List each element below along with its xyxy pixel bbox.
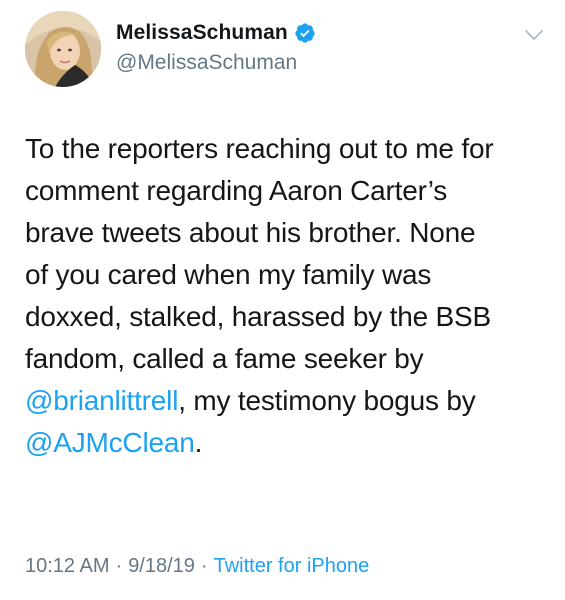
mention-link-brianlittrell[interactable]: @brianlittrell: [25, 385, 178, 416]
meta-separator: ·: [200, 555, 208, 577]
avatar-photo-icon: [25, 11, 101, 87]
tweet-line: @AJMcClean.: [25, 422, 555, 464]
tweet-line-text: .: [194, 427, 203, 458]
tweet-line: @brianlittrell, my testimony bogus by: [25, 380, 555, 422]
tweet-line-text: , my testimony bogus by: [178, 385, 476, 416]
verified-badge-icon: [294, 22, 316, 44]
avatar[interactable]: [25, 11, 101, 87]
tweet-line: brave tweets about his brother. None: [25, 217, 476, 248]
tweet-line: of you cared when my family was: [25, 259, 432, 290]
chevron-down-icon[interactable]: [524, 28, 544, 42]
name-row: MelissaSchuman: [116, 18, 316, 48]
tweet-card: MelissaSchuman @MelissaSchuman To the re…: [0, 0, 565, 600]
user-handle[interactable]: @MelissaSchuman: [116, 51, 316, 75]
tweet-time[interactable]: 10:12 AM: [25, 555, 110, 577]
tweet-meta: 10:12 AM · 9/18/19 · Twitter for iPhone: [25, 555, 369, 578]
tweet-text: To the reporters reaching out to me for …: [25, 128, 555, 464]
tweet-source-link[interactable]: Twitter for iPhone: [214, 555, 370, 577]
tweet-line: doxxed, stalked, harassed by the BSB: [25, 301, 491, 332]
meta-separator: ·: [115, 555, 123, 577]
tweet-line: To the reporters reaching out to me for: [25, 133, 494, 164]
tweet-line: fandom, called a fame seeker by: [25, 343, 424, 374]
mention-link-ajmcclean[interactable]: @AJMcClean: [25, 427, 195, 458]
tweet-date[interactable]: 9/18/19: [128, 555, 195, 577]
tweet-header: MelissaSchuman @MelissaSchuman: [116, 18, 316, 75]
tweet-line: comment regarding Aaron Carter’s: [25, 175, 448, 206]
display-name[interactable]: MelissaSchuman: [116, 21, 288, 45]
